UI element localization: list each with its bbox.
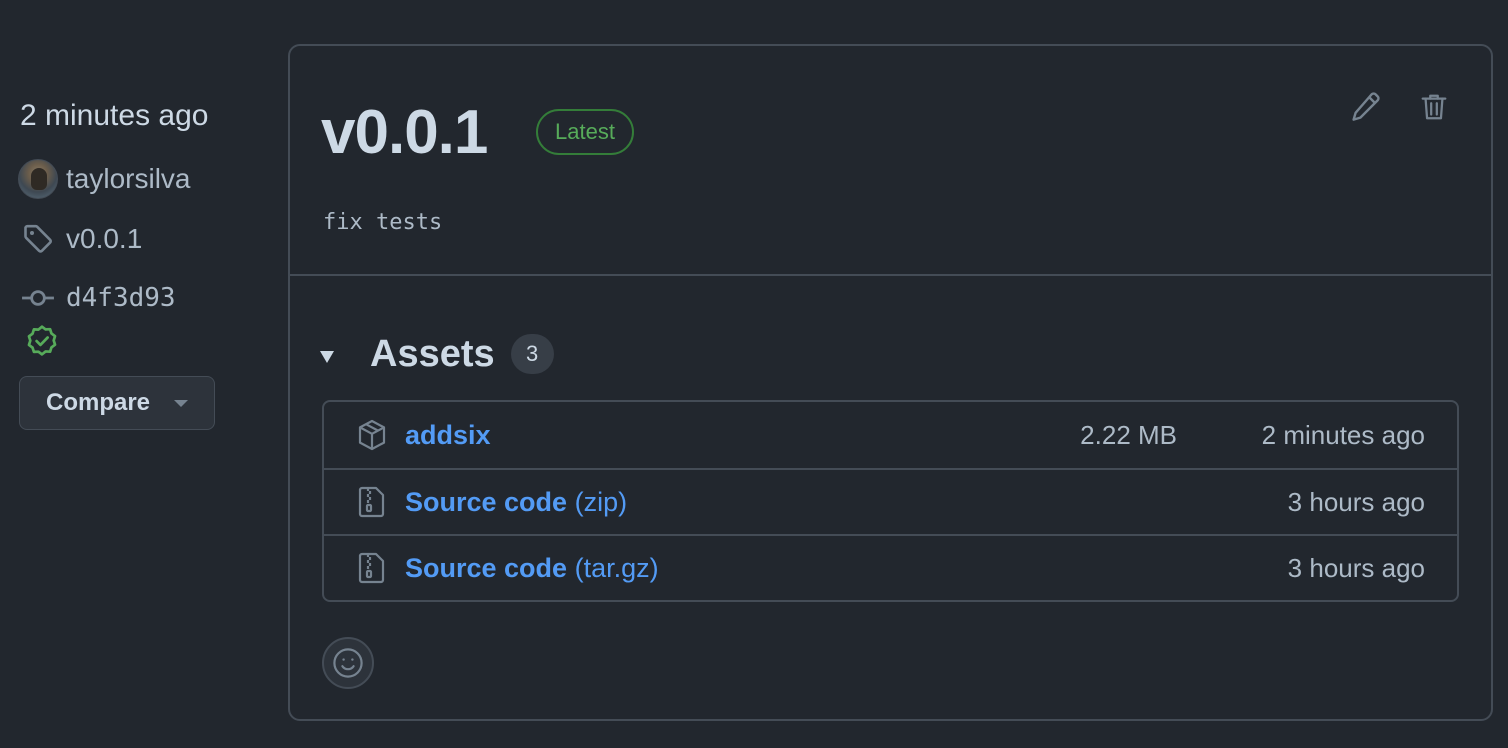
avatar[interactable] [18,159,58,199]
file-zip-icon [356,486,388,518]
author-name[interactable]: taylorsilva [66,163,190,195]
asset-format[interactable]: (zip) [575,487,628,517]
git-commit-icon [18,278,58,318]
published-time: 2 minutes ago [20,99,209,132]
asset-row: addsix 2.22 MB 2 minutes ago [324,402,1457,468]
asset-name[interactable]: Source code [405,487,567,517]
release-card: v0.0.1 Latest fix tests Assets 3 addsix … [288,44,1493,721]
asset-link[interactable]: Source code (tar.gz) [405,553,659,584]
compare-label: Compare [46,389,151,416]
triangle-down-icon [320,351,334,363]
asset-row: Source code (zip) 3 hours ago [324,468,1457,534]
verified-icon[interactable] [24,324,60,360]
asset-size: 2.22 MB [1080,419,1177,450]
edit-button[interactable] [1342,84,1388,130]
assets-count-badge: 3 [510,334,554,374]
assets-list: addsix 2.22 MB 2 minutes ago Source code… [322,400,1459,602]
delete-button[interactable] [1411,84,1457,130]
latest-badge: Latest [536,109,634,155]
asset-link[interactable]: Source code (zip) [405,487,627,518]
asset-format[interactable]: (tar.gz) [575,553,659,583]
file-zip-icon [356,552,388,584]
asset-time: 3 hours ago [1287,486,1425,517]
assets-heading: Assets [370,332,495,375]
tag-name[interactable]: v0.0.1 [66,223,142,255]
release-sidebar: 2 minutes ago taylorsilva v0.0.1 d4f3d93… [0,0,280,748]
assets-toggle[interactable]: Assets 3 [320,332,554,375]
smiley-icon [333,648,363,678]
release-notes: fix tests [323,210,443,235]
asset-link[interactable]: addsix [405,420,491,451]
commit-link[interactable]: d4f3d93 [18,276,176,320]
add-reaction-button[interactable] [322,637,374,689]
pencil-icon [1352,92,1380,121]
asset-name[interactable]: Source code [405,553,567,583]
release-page: 2 minutes ago taylorsilva v0.0.1 d4f3d93… [0,0,1508,748]
asset-name[interactable]: addsix [405,420,491,450]
compare-button[interactable]: Compare [19,376,215,430]
trash-icon [1421,94,1447,120]
asset-time: 3 hours ago [1287,552,1425,583]
asset-row: Source code (tar.gz) 3 hours ago [324,534,1457,600]
tag-link[interactable]: v0.0.1 [18,217,142,261]
commit-sha[interactable]: d4f3d93 [66,283,176,313]
release-title[interactable]: v0.0.1 [321,98,488,168]
caret-down-icon [174,399,188,407]
asset-time: 2 minutes ago [1261,419,1425,450]
package-icon [356,419,388,451]
tag-icon [18,219,58,259]
author-link[interactable]: taylorsilva [18,157,190,201]
divider [290,274,1491,276]
